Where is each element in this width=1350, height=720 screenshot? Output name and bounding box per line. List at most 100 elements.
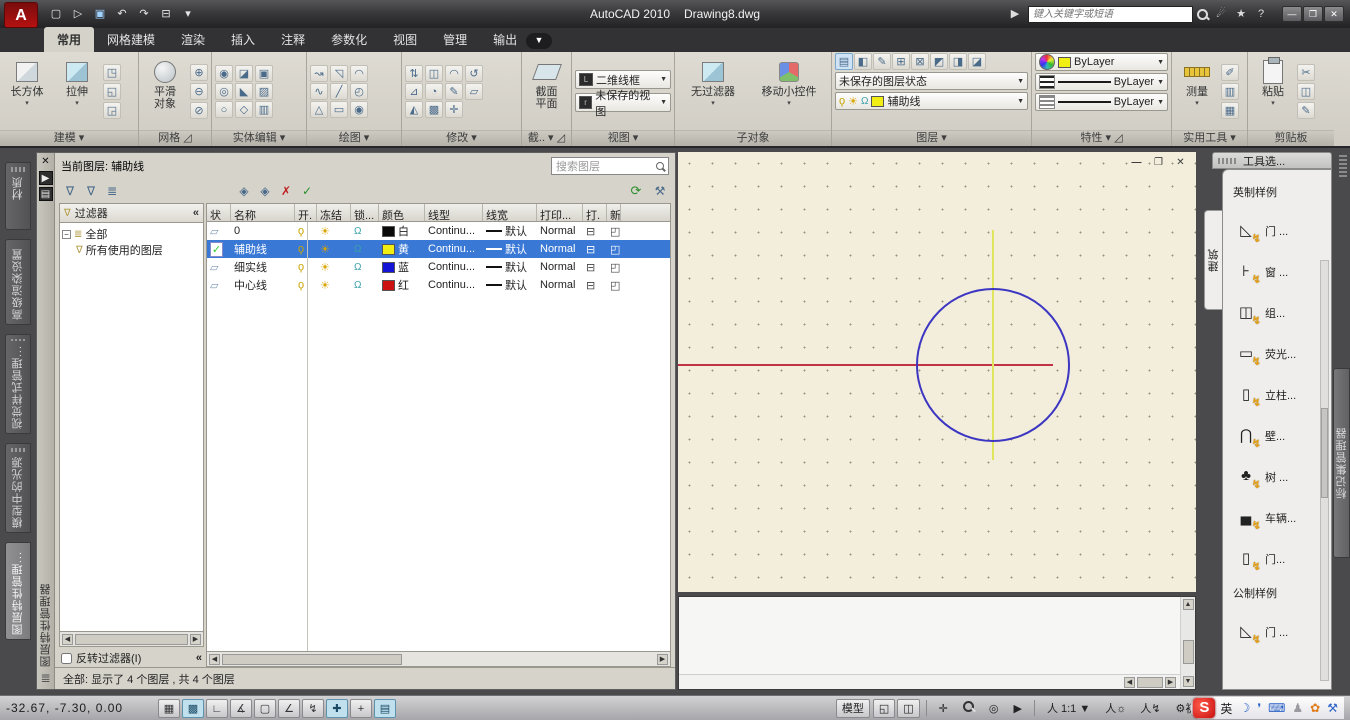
layer-search-box[interactable]: 搜索图层 — [551, 157, 669, 175]
mesh-tool-icon[interactable]: ⊖ — [190, 83, 208, 100]
ribbon-tab[interactable]: 网格建模 — [94, 27, 168, 52]
draw-tool-icon[interactable]: ∿ — [310, 83, 328, 100]
layer-dropdown[interactable]: ϙ ☀ Ω 辅助线▼ — [835, 92, 1028, 110]
solid-editing-tool-icon[interactable]: ○ — [215, 101, 233, 118]
layer-tool-icon[interactable]: ◨ — [949, 53, 967, 70]
column-header[interactable]: 打印... — [537, 204, 583, 221]
panel-label-section[interactable]: 截.. ▾ ◿ — [522, 130, 571, 146]
panel-label-layers[interactable]: 图层 ▾ — [832, 130, 1031, 146]
layer-tool-icon[interactable]: ✎ — [873, 53, 891, 70]
annotation-button[interactable]: 人↯ — [1134, 699, 1166, 718]
ribbon-tab[interactable]: 管理 — [430, 27, 480, 52]
layer-action-icon[interactable]: ◈ — [256, 183, 274, 200]
modeling-tool-icon[interactable]: ◱ — [103, 83, 121, 100]
window-control-button[interactable]: ❐ — [1303, 6, 1323, 22]
ime-icon[interactable]: ✿ — [1310, 701, 1320, 715]
solid-editing-tool-icon[interactable]: ◣ — [235, 83, 253, 100]
qat-button[interactable]: ▾ — [178, 5, 198, 23]
window-control-button[interactable]: ✕ — [1324, 6, 1344, 22]
utility-tool-icon[interactable]: ▦ — [1221, 102, 1239, 119]
move-gizmo-button[interactable]: 移动小控件▾ — [756, 55, 822, 127]
modify-tool-icon[interactable]: ▩ — [425, 101, 443, 118]
panel-label-subobject[interactable]: 子对象 — [675, 130, 831, 146]
panel-label-view[interactable]: 视图 ▾ — [572, 130, 674, 146]
markup-set-manager-tab[interactable]: 标记集管理器 — [1333, 368, 1350, 558]
subobject-filter-button[interactable]: 无过滤器▾ — [684, 55, 742, 127]
doc-window-button[interactable]: — — [1128, 157, 1145, 170]
modify-tool-icon[interactable]: ⇅ — [405, 65, 423, 82]
tool-palette-item[interactable]: ⊦↯ 窗 ... — [1233, 251, 1327, 292]
utility-tool-icon[interactable]: ✐ — [1221, 64, 1239, 81]
status-toggle-button[interactable]: ↯ — [302, 699, 324, 718]
layer-tool-icon[interactable]: ⊠ — [911, 53, 929, 70]
modify-tool-icon[interactable]: ⊿ — [405, 83, 423, 100]
panel-label-utilities[interactable]: 实用工具 ▾ — [1172, 130, 1247, 146]
draw-tool-icon[interactable]: ◠ — [350, 65, 368, 82]
doc-window-button[interactable]: ✕ — [1172, 157, 1189, 170]
zoom-button[interactable] — [957, 699, 980, 718]
solid-editing-tool-icon[interactable]: ▥ — [255, 101, 273, 118]
ime-icon[interactable]: 英 — [1220, 700, 1232, 717]
infocenter-icon[interactable]: ☄ — [1212, 6, 1230, 22]
color-swatch[interactable] — [382, 262, 395, 273]
vp-icon[interactable]: ◰ — [610, 225, 620, 238]
tree-item-all[interactable]: − ≣ 全部 — [62, 226, 201, 242]
ime-icon[interactable]: ⚒ — [1327, 701, 1338, 715]
draw-tool-icon[interactable]: ◹ — [330, 65, 348, 82]
tool-palette-item[interactable]: ▭↯ 荧光... — [1233, 333, 1327, 374]
lock-icon[interactable]: Ω — [354, 280, 361, 291]
command-hscrollbar[interactable]: ◀▶ — [679, 675, 1180, 689]
collapse-chevron[interactable]: « — [196, 652, 202, 664]
ribbon-minimize-button[interactable]: ▼ — [526, 33, 552, 49]
modify-tool-icon[interactable]: ✎ — [445, 83, 463, 100]
circle-entity[interactable] — [916, 288, 1070, 442]
layer-hscrollbar[interactable]: ◀ ▶ — [206, 652, 671, 667]
status-toggle-button[interactable]: ▩ — [182, 699, 204, 718]
modify-tool-icon[interactable]: ◫ — [425, 65, 443, 82]
panel-label-properties[interactable]: 特性 ▾ ◿ — [1032, 130, 1171, 146]
column-header[interactable]: 冻结 — [317, 204, 351, 221]
layer-tool-icon[interactable]: ⊞ — [892, 53, 910, 70]
column-header[interactable]: 锁... — [351, 204, 379, 221]
draw-tool-icon[interactable]: ↝ — [310, 65, 328, 82]
clipboard-tool-icon[interactable]: ◫ — [1297, 83, 1315, 100]
layer-row[interactable]: ▱ 中心线 ϙ ☀ Ω 红 Continu... 默认 Normal ⊟ ◰ — [207, 276, 670, 294]
panel-label-solid-editing[interactable]: 实体编辑 ▾ — [212, 130, 306, 146]
column-header[interactable]: 打. — [583, 204, 607, 221]
ime-icon[interactable]: ❜ — [1257, 701, 1261, 715]
settings-wrench-icon[interactable]: ⚒ — [651, 183, 669, 200]
qat-button[interactable]: ↶ — [112, 5, 132, 23]
palette-strip-button[interactable]: ▤ — [39, 187, 53, 201]
dock-palette-tab[interactable]: 图层特性管理... — [5, 542, 31, 640]
color-swatch[interactable] — [382, 226, 395, 237]
column-header[interactable]: 线型 — [425, 204, 483, 221]
on-bulb-icon[interactable]: ϙ — [298, 243, 304, 255]
infocenter-icon[interactable]: ★ — [1232, 6, 1250, 22]
model-button[interactable]: 模型 — [836, 699, 870, 718]
tool-palette-item[interactable]: ◺↯ 门 ... — [1233, 611, 1327, 652]
freeze-sun-icon[interactable]: ☀ — [320, 225, 330, 238]
lock-icon[interactable]: Ω — [354, 244, 361, 255]
modeling-tool-icon[interactable]: ◳ — [103, 64, 121, 81]
tool-palette-item[interactable]: ⋂↯ 壁... — [1233, 415, 1327, 456]
qat-button[interactable]: ▢ — [46, 5, 66, 23]
infocenter-search-input[interactable] — [1028, 6, 1193, 23]
tool-palette-tab-arch[interactable]: 建筑 — [1204, 210, 1223, 310]
measure-button[interactable]: 测量▾ — [1175, 55, 1219, 127]
tool-palette-scrollbar[interactable] — [1320, 260, 1329, 681]
palette-strip-button[interactable]: ✕ — [39, 155, 53, 169]
qat-button[interactable]: ▷ — [68, 5, 88, 23]
qat-button[interactable]: ⊟ — [156, 5, 176, 23]
tool-palette-item[interactable]: ▯↯ 门... — [1233, 538, 1327, 579]
column-header[interactable]: 颜色 — [379, 204, 425, 221]
on-bulb-icon[interactable]: ϙ — [298, 225, 304, 237]
layer-action-icon[interactable]: ✗ — [277, 183, 295, 200]
palette-strip-button[interactable]: ▶ — [39, 171, 53, 185]
show-motion-button[interactable]: ▶ — [1007, 699, 1027, 718]
tool-palette-item[interactable]: ◫↯ 组... — [1233, 292, 1327, 333]
named-view-dropdown[interactable]: r 未保存的视图▼ — [575, 93, 671, 112]
dock-palette-tab[interactable]: 高级渲染设置 — [5, 239, 31, 325]
object-color-dropdown[interactable]: ByLayer▼ — [1035, 53, 1168, 71]
filter-hscrollbar[interactable]: ◀▶ — [59, 632, 204, 647]
modify-tool-icon[interactable]: ◔ — [425, 83, 443, 100]
